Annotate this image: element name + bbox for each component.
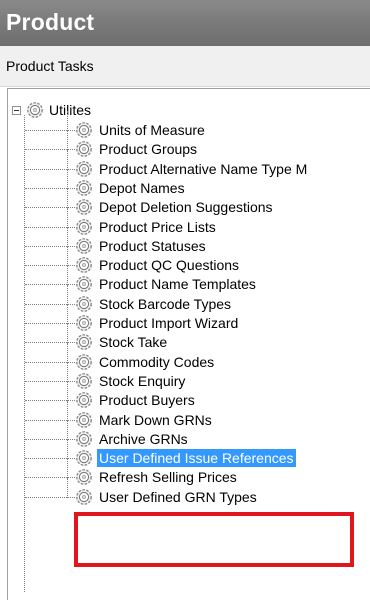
- gear-icon: [76, 276, 92, 292]
- gear-icon: [76, 450, 92, 466]
- tree-item-label: Units of Measure: [99, 122, 205, 138]
- tree-item-label: Product Statuses: [99, 238, 206, 254]
- gear-icon: [76, 373, 92, 389]
- tree-item[interactable]: Refresh Selling Prices: [8, 458, 370, 486]
- tree-item[interactable]: Archive GRNs: [8, 420, 370, 448]
- gear-icon: [76, 489, 92, 505]
- tree-connector-line: [67, 362, 68, 382]
- tree-connector-line: [67, 420, 68, 440]
- tree-connector-line: [67, 208, 68, 228]
- tree-item[interactable]: Stock Enquiry: [8, 362, 370, 390]
- panel-header: Product: [0, 0, 370, 46]
- tree-item[interactable]: Commodity Codes: [8, 343, 370, 371]
- tree-item[interactable]: Units of Measure: [8, 111, 370, 139]
- tree-item-label: Archive GRNs: [99, 431, 188, 447]
- tree-item[interactable]: Product Price Lists: [8, 208, 370, 236]
- tree-item[interactable]: Mark Down GRNs: [8, 401, 370, 429]
- tree-item-label: Product Import Wizard: [99, 315, 239, 331]
- tree-connector-line: [67, 458, 68, 478]
- tree-item[interactable]: Product Statuses: [8, 227, 370, 255]
- tree-item-label: Depot Deletion Suggestions: [99, 199, 273, 215]
- tree-connector-line: [67, 381, 68, 401]
- collapse-icon[interactable]: [12, 106, 21, 115]
- tree-item-label: Mark Down GRNs: [99, 412, 212, 428]
- tree-item-label: User Defined Issue References: [97, 449, 296, 467]
- tree-connector-line: [67, 478, 68, 498]
- tree-item-label: Product Name Templates: [99, 276, 256, 292]
- gear-icon: [76, 199, 92, 215]
- gear-icon: [76, 296, 92, 312]
- tree-connector-line: [67, 304, 68, 324]
- tree-item-label: Product Groups: [99, 141, 198, 157]
- tree-item[interactable]: Product Buyers: [8, 381, 370, 409]
- tree-connector-line: [67, 227, 68, 247]
- tree-item-label: Depot Names: [99, 180, 185, 196]
- tree-item-label: Stock Take: [99, 334, 168, 350]
- gear-icon: [76, 161, 92, 177]
- tree-item-label: Commodity Codes: [99, 354, 215, 370]
- tasks-label: Product Tasks: [6, 58, 94, 74]
- tree-connector-line: [67, 401, 68, 421]
- tree-connector-line: [67, 265, 68, 285]
- tree-item[interactable]: Product Alternative Name Type M: [8, 150, 370, 178]
- tree-item-label: Product Price Lists: [99, 219, 216, 235]
- gear-icon: [76, 334, 92, 350]
- tree-item[interactable]: Depot Deletion Suggestions: [8, 188, 370, 216]
- tree-item-label: Refresh Selling Prices: [99, 469, 237, 485]
- gear-icon: [76, 354, 92, 370]
- tree-connector-line: [67, 246, 68, 266]
- tree-item-label: Product Buyers: [99, 392, 195, 408]
- annotation-highlight-box: [74, 512, 354, 567]
- tree-item-label: User Defined GRN Types: [99, 489, 257, 505]
- tree-connector-line: [67, 323, 68, 343]
- tree-item[interactable]: Product QC Questions: [8, 246, 370, 274]
- gear-icon: [76, 469, 92, 485]
- tree-item[interactable]: Product Groups: [8, 130, 370, 158]
- tree-connector-line: [67, 285, 68, 305]
- tree-item-label: Product Alternative Name Type M: [99, 161, 308, 177]
- gear-icon: [76, 141, 92, 157]
- tree-view[interactable]: Utilites Units of Measure Product Groups P…: [7, 88, 370, 600]
- tree-item[interactable]: User Defined Issue References: [8, 439, 370, 467]
- gear-icon: [76, 392, 92, 408]
- gear-icon: [76, 315, 92, 331]
- tree-connector-line: [67, 169, 68, 189]
- panel-title: Product: [6, 9, 95, 35]
- tree-item[interactable]: Stock Barcode Types: [8, 285, 370, 313]
- gear-icon: [76, 238, 92, 254]
- tree-connector-line: [67, 130, 68, 150]
- tree-connector-line: [67, 150, 68, 170]
- tree-connector-line: [67, 111, 68, 131]
- gear-icon: [27, 102, 43, 118]
- tree-connector-line: [67, 343, 68, 363]
- tree-item-label: Stock Enquiry: [99, 373, 186, 389]
- tree-item-label: Product QC Questions: [99, 257, 240, 273]
- tree-connector-line: [67, 439, 68, 459]
- tree-root-utilites[interactable]: Utilites: [8, 101, 128, 119]
- tree-connector-line: [67, 188, 68, 208]
- tree-item-label: Utilites: [49, 102, 92, 118]
- gear-icon: [76, 431, 92, 447]
- gear-icon: [76, 219, 92, 235]
- tasks-bar: Product Tasks: [0, 46, 370, 87]
- tree-item[interactable]: Product Import Wizard: [8, 304, 370, 332]
- gear-icon: [76, 180, 92, 196]
- tree-item[interactable]: Product Name Templates: [8, 265, 370, 293]
- tree-item[interactable]: Stock Take: [8, 323, 370, 351]
- tree-item-label: Stock Barcode Types: [99, 296, 232, 312]
- tree-item[interactable]: Depot Names: [8, 169, 370, 197]
- gear-icon: [76, 412, 92, 428]
- tree-item[interactable]: User Defined GRN Types: [8, 478, 370, 506]
- gear-icon: [76, 257, 92, 273]
- gear-icon: [76, 122, 92, 138]
